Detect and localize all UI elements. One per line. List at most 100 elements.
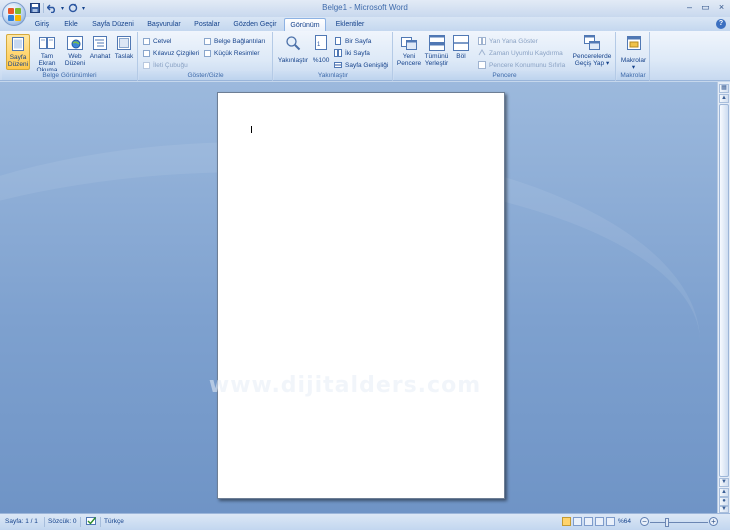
kilavuz-cizgileri-checkbox[interactable]: Kılavuz Çizgileri bbox=[143, 48, 199, 58]
document-page[interactable] bbox=[217, 92, 505, 499]
sayfa-genisligi-button[interactable]: Sayfa Genişliği bbox=[334, 60, 388, 70]
zoom-slider-track[interactable] bbox=[650, 522, 708, 523]
separator bbox=[44, 517, 45, 527]
zoom-100-icon: 1 bbox=[313, 35, 329, 51]
checkbox-icon bbox=[143, 37, 150, 45]
zoom-100-button[interactable]: 1 %100 bbox=[311, 34, 331, 70]
spelling-check-icon[interactable] bbox=[86, 516, 97, 529]
button-label: Pencere Konumunu Sıfırla bbox=[489, 61, 566, 69]
yan-yana-goster-button: Yan Yana Göster bbox=[478, 36, 538, 46]
button-label: Bir Sayfa bbox=[345, 37, 372, 45]
close-button[interactable]: × bbox=[717, 2, 726, 13]
yeni-pencere-button[interactable]: Yeni Pencere bbox=[396, 34, 422, 70]
button-label: Anahat bbox=[89, 53, 111, 60]
tab-sayfa-duzeni[interactable]: Sayfa Düzeni bbox=[88, 18, 138, 31]
magnifier-icon bbox=[285, 35, 301, 51]
belge-baglantilari-checkbox[interactable]: Belge Bağlantıları bbox=[204, 36, 265, 46]
bol-button[interactable]: Böl bbox=[451, 34, 471, 70]
office-button[interactable] bbox=[2, 2, 26, 26]
checkbox-label: Belge Bağlantıları bbox=[214, 37, 266, 45]
scroll-down-button[interactable]: ▼ bbox=[719, 478, 729, 487]
tab-basvurular[interactable]: Başvurular bbox=[142, 18, 186, 31]
separator bbox=[80, 517, 81, 527]
switch-windows-icon bbox=[584, 35, 600, 51]
web-view-icon[interactable] bbox=[584, 517, 593, 526]
web-duzeni-button[interactable]: Web Düzeni bbox=[64, 34, 86, 70]
yakinlastir-button[interactable]: Yakınlaştır bbox=[276, 34, 310, 70]
button-label: Sayfa bbox=[9, 54, 27, 61]
minimize-button[interactable]: – bbox=[685, 2, 694, 13]
tab-giris[interactable]: Giriş bbox=[29, 18, 55, 31]
button-label: Tam Ekran bbox=[38, 53, 56, 67]
tumunu-yerlestir-button[interactable]: Tümünü Yerleştir bbox=[423, 34, 450, 70]
taslak-button[interactable]: Taslak bbox=[113, 34, 135, 70]
zoom-out-button[interactable]: − bbox=[640, 517, 649, 526]
button-label: Tümünü bbox=[424, 53, 449, 60]
help-icon[interactable]: ? bbox=[716, 19, 726, 29]
watermark-text: www.dijitalders.com bbox=[208, 373, 482, 398]
sayfa-duzeni-button[interactable]: Sayfa Düzeni bbox=[6, 34, 30, 70]
tab-gorunum[interactable]: Görünüm bbox=[284, 18, 326, 31]
tab-postalar[interactable]: Postalar bbox=[189, 18, 225, 31]
checkbox-label: Cetvel bbox=[153, 37, 172, 45]
group-label: Makrolar bbox=[617, 71, 649, 80]
select-browse-object-button[interactable]: ● bbox=[719, 497, 729, 506]
web-layout-icon bbox=[67, 35, 83, 51]
kucuk-resimler-checkbox[interactable]: Küçük Resimler bbox=[204, 48, 260, 58]
button-label: Pencere bbox=[396, 60, 422, 67]
group-yakinlastir: Yakınlaştır 1 %100 Bir Sayfa İki Sayfa S… bbox=[274, 32, 393, 81]
tam-ekran-okuma-button[interactable]: Tam Ekran Okuma bbox=[32, 34, 62, 74]
zoom-slider-thumb[interactable] bbox=[665, 518, 669, 527]
checkbox-label: Küçük Resimler bbox=[214, 49, 260, 57]
button-label: Makrolar bbox=[620, 57, 647, 64]
tab-ekle[interactable]: Ekle bbox=[58, 18, 84, 31]
one-page-icon bbox=[334, 37, 342, 45]
ribbon: Sayfa Düzeni Tam Ekran Okuma Web Düzeni … bbox=[0, 31, 730, 81]
full-screen-view-icon[interactable] bbox=[573, 517, 582, 526]
button-label: Yeni bbox=[402, 53, 416, 60]
title-bar: ▾ ▾ Belge1 - Microsoft Word – ▭ × bbox=[0, 0, 730, 17]
next-page-button[interactable]: ▼ bbox=[719, 506, 729, 513]
button-label: Yakınlaştır bbox=[277, 57, 309, 64]
window-title: Belge1 - Microsoft Word bbox=[322, 3, 408, 12]
checkbox-label: İleti Çubuğu bbox=[153, 61, 188, 69]
zaman-uyumlu-kaydirma-button: Zaman Uyumlu Kaydırma bbox=[478, 48, 563, 58]
button-label: Düzeni bbox=[7, 61, 29, 68]
maximize-button[interactable]: ▭ bbox=[701, 2, 710, 13]
group-belge-gorunumleri: Sayfa Düzeni Tam Ekran Okuma Web Düzeni … bbox=[2, 32, 138, 81]
page-count[interactable]: Sayfa: 1 / 1 bbox=[5, 518, 38, 525]
document-area: www.dijitalders.com bbox=[0, 82, 717, 513]
makrolar-button[interactable]: Makrolar ▾ bbox=[619, 34, 648, 71]
print-layout-view-icon[interactable] bbox=[562, 517, 571, 526]
group-label: Belge Görünümleri bbox=[2, 71, 137, 80]
bir-sayfa-button[interactable]: Bir Sayfa bbox=[334, 36, 371, 46]
button-label: Zaman Uyumlu Kaydırma bbox=[489, 49, 563, 57]
previous-page-button[interactable]: ▲ bbox=[719, 488, 729, 497]
cetvel-checkbox[interactable]: Cetvel bbox=[143, 36, 171, 46]
button-label: Taslak bbox=[114, 53, 134, 60]
tab-eklentiler[interactable]: Eklentiler bbox=[330, 18, 370, 31]
anahat-button[interactable]: Anahat bbox=[88, 34, 112, 70]
scroll-up-button[interactable]: ▲ bbox=[719, 94, 729, 103]
language-indicator[interactable]: Türkçe bbox=[104, 518, 124, 525]
button-label: Sayfa Genişliği bbox=[345, 61, 389, 69]
scroll-thumb[interactable] bbox=[719, 104, 729, 477]
button-label: Böl bbox=[456, 53, 466, 60]
new-window-icon bbox=[401, 35, 417, 51]
word-count[interactable]: Sözcük: 0 bbox=[48, 518, 77, 525]
ileti-cubugu-checkbox: İleti Çubuğu bbox=[143, 60, 188, 70]
ruler-toggle-icon[interactable]: ▦ bbox=[719, 84, 729, 93]
separator bbox=[100, 517, 101, 527]
draft-view-icon[interactable] bbox=[606, 517, 615, 526]
tab-gozden-gecir[interactable]: Gözden Geçir bbox=[230, 18, 280, 31]
checkbox-icon bbox=[143, 61, 150, 69]
outline-view-icon[interactable] bbox=[595, 517, 604, 526]
outline-icon bbox=[92, 35, 108, 51]
zoom-in-button[interactable]: + bbox=[709, 517, 718, 526]
iki-sayfa-button[interactable]: İki Sayfa bbox=[334, 48, 370, 58]
vertical-scrollbar[interactable]: ▦ ▲ ▼ ▲ ● ▼ bbox=[717, 82, 730, 513]
arrange-all-icon bbox=[428, 35, 445, 51]
button-label: Pencerelerde bbox=[572, 53, 612, 60]
pencerelerde-gecis-yap-button[interactable]: Pencerelerde Geçiş Yap ▾ bbox=[571, 34, 613, 70]
zoom-level[interactable]: %64 bbox=[618, 518, 631, 525]
